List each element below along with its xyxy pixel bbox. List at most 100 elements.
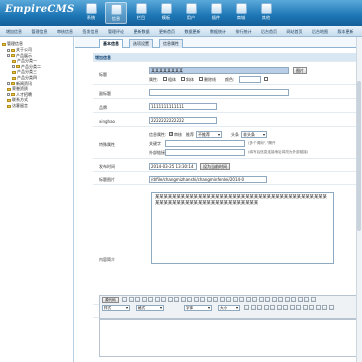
tab-0[interactable]: 基本信息 xyxy=(99,39,123,48)
font-select[interactable]: 字体 xyxy=(184,305,212,311)
collapse-icon[interactable] xyxy=(7,54,10,58)
editor-tool-icon[interactable] xyxy=(128,297,134,302)
external-link-input[interactable] xyxy=(165,149,245,156)
editor-tool-icon[interactable] xyxy=(154,297,160,302)
editor-tool-icon[interactable] xyxy=(304,297,309,302)
menu-item[interactable]: 更新数据 xyxy=(134,29,150,35)
editor-tool-icon[interactable] xyxy=(252,297,257,302)
editor-tool-icon[interactable] xyxy=(258,297,264,302)
editor-tool-icon[interactable] xyxy=(309,305,314,310)
recommend-select[interactable]: 不推荐 xyxy=(196,131,222,138)
editor-tool-icon[interactable] xyxy=(278,297,283,302)
expand-icon[interactable] xyxy=(12,65,15,69)
editor-tool-icon[interactable] xyxy=(232,297,238,302)
editor-tool-icon[interactable] xyxy=(296,305,301,310)
editor-tool-icon[interactable] xyxy=(213,297,218,302)
editor-tool-icon[interactable] xyxy=(257,305,262,310)
editor-tool-icon[interactable] xyxy=(245,297,251,302)
tab-2[interactable]: 信息属性 xyxy=(159,39,183,48)
title-image-button[interactable]: 图片 xyxy=(293,67,307,74)
editor-tool-icon[interactable] xyxy=(283,305,288,310)
source-code-button[interactable]: 源代码 xyxy=(102,297,119,303)
editor-tool-icon[interactable] xyxy=(289,305,295,310)
summary-textarea[interactable]: 某某某某某某某某某某某某某某某某某某某某某某某某某某某某某某某某某某某某某某某某… xyxy=(151,192,334,264)
editor-tool-icon[interactable] xyxy=(322,305,327,310)
publish-time-input[interactable]: 2014-03-25 13:30:14 xyxy=(149,163,197,170)
editor-tool-icon[interactable] xyxy=(161,297,166,302)
tab-1[interactable]: 选项设置 xyxy=(129,39,153,48)
menu-item[interactable]: 管理评论 xyxy=(108,29,124,35)
menu-item[interactable]: 版本更新 xyxy=(338,29,354,35)
menu-item[interactable]: 排行统计 xyxy=(236,29,252,35)
editor-tool-icon[interactable] xyxy=(310,297,316,302)
headline-select[interactable]: 非头条 xyxy=(241,131,267,138)
top-nav-shop[interactable]: 商城 xyxy=(230,2,252,24)
brand-input[interactable]: 1111111111111 xyxy=(149,103,217,110)
strike-checkbox[interactable] xyxy=(199,77,203,81)
top-nav-user[interactable]: 用户 xyxy=(180,2,202,24)
editor-tool-icon[interactable] xyxy=(206,297,212,302)
expand-icon[interactable] xyxy=(7,82,10,86)
menu-item[interactable]: 后台地图 xyxy=(312,29,328,35)
menu-item[interactable]: 网站首页 xyxy=(287,29,303,35)
color-picker-icon[interactable] xyxy=(264,77,268,81)
top-nav-template[interactable]: 模板 xyxy=(155,2,177,24)
scrollbar-thumb[interactable] xyxy=(357,81,361,231)
editor-tool-icon[interactable] xyxy=(148,297,153,302)
tree-item[interactable]: 访客留言 xyxy=(7,103,28,109)
style-select[interactable]: 样式 xyxy=(102,305,130,311)
editor-tool-icon[interactable] xyxy=(315,305,321,310)
editor-tool-icon[interactable] xyxy=(270,305,275,310)
expand-icon[interactable] xyxy=(7,93,10,97)
menu-item[interactable]: 后台首页 xyxy=(261,29,277,35)
top-nav-column[interactable]: 栏目 xyxy=(130,2,152,24)
audit-checkbox[interactable] xyxy=(169,131,173,136)
menu-item[interactable]: 数据更新 xyxy=(185,29,201,35)
editor-tool-icon[interactable] xyxy=(297,297,303,302)
editor-tool-icon[interactable] xyxy=(263,305,269,310)
editor-tool-icon[interactable] xyxy=(284,297,290,302)
editor-tool-icon[interactable] xyxy=(180,297,186,302)
editor-tool-icon[interactable] xyxy=(122,297,127,302)
editor-tool-icon[interactable] xyxy=(291,297,296,302)
editor-tool-icon[interactable] xyxy=(302,305,308,310)
editor-tool-icon[interactable] xyxy=(141,297,147,302)
editor-tool-icon[interactable] xyxy=(244,305,249,310)
top-nav-info[interactable]: 信息 xyxy=(105,2,127,24)
editor-tool-icon[interactable] xyxy=(250,305,256,310)
editor-body[interactable] xyxy=(99,319,362,357)
editor-tool-icon[interactable] xyxy=(271,297,277,302)
menu-item[interactable]: 数据统计 xyxy=(210,29,226,35)
title-image-input[interactable]: /d/file/changmizhanshi/changminfenlei/20… xyxy=(149,176,267,183)
bold-checkbox[interactable] xyxy=(163,77,167,81)
keyword-input[interactable] xyxy=(165,140,245,147)
top-nav-system[interactable]: 系统 xyxy=(80,2,102,24)
size-select[interactable]: 大小 xyxy=(218,305,240,311)
page-scrollbar[interactable] xyxy=(356,37,362,362)
menu-item[interactable]: 审核信息 xyxy=(57,29,73,35)
editor-tool-icon[interactable] xyxy=(219,297,225,302)
editor-tool-icon[interactable] xyxy=(193,297,199,302)
editor-tool-icon[interactable] xyxy=(200,297,205,302)
menu-item[interactable]: 管理信息 xyxy=(32,29,48,35)
editor-tool-icon[interactable] xyxy=(167,297,173,302)
editor-tool-icon[interactable] xyxy=(174,297,179,302)
menu-item[interactable]: 更新首页 xyxy=(159,29,175,35)
menu-item[interactable]: 增加信息 xyxy=(6,29,22,35)
editor-tool-icon[interactable] xyxy=(187,297,192,302)
menu-item[interactable]: 签发信息 xyxy=(83,29,99,35)
editor-tool-icon[interactable] xyxy=(328,305,334,310)
color-input[interactable] xyxy=(239,76,261,83)
editor-tool-icon[interactable] xyxy=(226,297,231,302)
editor-tool-icon[interactable] xyxy=(276,305,282,310)
top-nav-plugin[interactable]: 插件 xyxy=(205,2,227,24)
editor-tool-icon[interactable] xyxy=(239,297,244,302)
editor-tool-icon[interactable] xyxy=(135,297,140,302)
subtitle-input[interactable] xyxy=(149,89,289,96)
format-select[interactable]: 格式 xyxy=(136,305,164,311)
xinghao-input[interactable]: 2222222222222 xyxy=(149,117,217,124)
expand-icon[interactable] xyxy=(7,48,10,52)
top-nav-other[interactable]: 其他 xyxy=(255,2,277,24)
italic-checkbox[interactable] xyxy=(181,77,185,81)
title-input[interactable]: 某某某某某某某某 xyxy=(149,67,289,74)
